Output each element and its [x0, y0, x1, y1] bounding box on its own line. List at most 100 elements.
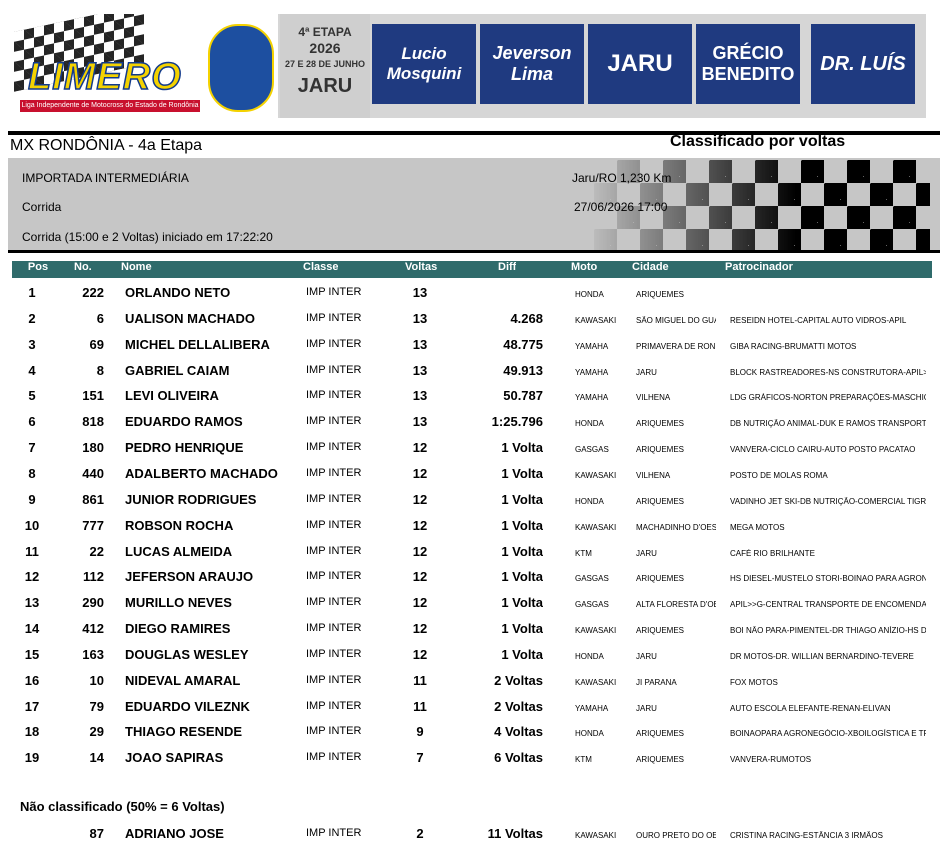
cell-voltas: 13	[412, 388, 428, 404]
cell-moto: YAMAHA	[575, 341, 609, 351]
cell-classe: IMP INTER	[306, 311, 362, 324]
cell-cidade: VILHENA	[636, 393, 671, 403]
cell-name: MICHEL DELLALIBERA	[125, 336, 270, 352]
cell-patrocinador: CRISTINA RACING-ESTÂNCIA 3 IRMÃOS	[730, 831, 883, 840]
cell-patrocinador: LDG GRÁFICOS-NORTON PREPARAÇÕES-MASCHIO …	[730, 393, 926, 403]
cell-patrocinador: MEGA MOTOS	[730, 522, 785, 532]
cell-number: 8	[96, 362, 104, 378]
cell-number: 180	[82, 440, 104, 456]
cell-cidade: VILHENA	[636, 470, 671, 480]
cell-name: MURILLO NEVES	[125, 595, 232, 611]
cell-patrocinador: GIBA RACING-BRUMATTI MOTOS	[730, 341, 857, 351]
table-row: 1 222 ORLANDO NETO IMP INTER 13 HONDA ARIQUEME…	[0, 285, 940, 311]
cell-number: 112	[83, 569, 104, 585]
cell-moto: YAMAHA	[575, 393, 609, 403]
cell-moto: GASGAS	[575, 574, 609, 584]
cell-moto: GASGAS	[575, 600, 609, 610]
cell-moto: KAWASAKI	[575, 626, 617, 636]
cell-name: THIAGO RESENDE	[125, 724, 243, 740]
cell-pos: 2	[28, 310, 36, 326]
cell-name: DIEGO RAMIRES	[125, 621, 231, 637]
cell-number: 87	[89, 826, 104, 841]
cell-name: GABRIEL CAIAM	[125, 362, 230, 378]
table-row: 19 14 JOAO SAPIRAS IMP INTER 7 6 Voltas KTM ARI…	[0, 750, 940, 776]
cell-moto: KAWASAKI	[575, 315, 617, 325]
etapa-box: 4ª ETAPA 2026 27 E 28 DE JUNHO JARU	[280, 14, 370, 118]
cell-name: JUNIOR RODRIGUES	[125, 491, 257, 507]
results-table-header: Pos No. Nome Classe Voltas Diff Moto Cid…	[12, 261, 932, 278]
cell-diff: 11 Voltas	[487, 826, 543, 841]
category-label: IMPORTADA INTERMEDIÁRIA	[22, 171, 189, 185]
cell-number: 14	[89, 750, 104, 766]
cell-number: 22	[89, 543, 104, 559]
cell-number: 163	[82, 646, 104, 662]
header-moto: Moto	[571, 261, 598, 273]
cell-number: 440	[82, 465, 104, 481]
cell-classe: IMP INTER	[306, 751, 362, 764]
cell-name: UALISON MACHADO	[125, 310, 255, 326]
cell-classe: IMP INTER	[306, 492, 362, 505]
cell-pos: 9	[28, 491, 36, 507]
cell-classe: IMP INTER	[306, 699, 362, 712]
datetime-label: 27/06/2026 17:00	[574, 200, 668, 214]
cell-voltas: 13	[412, 414, 428, 430]
logo-subtitle: Liga Independente de Motocross do Estado…	[20, 100, 200, 112]
cell-voltas: 12	[412, 517, 428, 533]
cell-name: DOUGLAS WESLEY	[125, 646, 249, 662]
header-diff: Diff	[498, 261, 517, 273]
cell-name: LEVI OLIVEIRA	[125, 388, 219, 404]
cell-name: ADRIANO JOSE	[125, 826, 224, 841]
table-row: 12 112 JEFERSON ARAUJO IMP INTER 12 1 Volta GA…	[0, 569, 940, 595]
cell-moto: KAWASAKI	[575, 522, 617, 532]
event-title: MX RONDÔNIA - 4a Etapa	[10, 137, 203, 154]
cell-diff: 1:25.796	[491, 414, 543, 430]
cell-pos: 13	[24, 595, 40, 611]
cell-moto: HONDA	[575, 729, 604, 739]
cell-cidade: OURO PRETO DO OES	[636, 831, 716, 840]
cell-number: 79	[89, 698, 104, 714]
cell-pos: 19	[24, 750, 40, 766]
table-row: 4 8 GABRIEL CAIAM IMP INTER 13 49.913 YAMAHA JA…	[0, 363, 940, 389]
cell-cidade: ARIQUEMES	[636, 290, 685, 299]
cell-cidade: MACHADINHO D'OES	[636, 522, 716, 532]
cell-diff: 1 Volta	[501, 440, 543, 456]
table-row: 10 777 ROBSON ROCHA IMP INTER 12 1 Volta KAWAS…	[0, 518, 940, 544]
cell-moto: HONDA	[575, 290, 604, 299]
race-info-text: Corrida (15:00 e 2 Voltas) iniciado em 1…	[22, 230, 273, 244]
etapa-city: JARU	[297, 75, 353, 97]
table-row: 9 861 JUNIOR RODRIGUES IMP INTER 12 1 Volta HO…	[0, 492, 940, 518]
cell-classe: IMP INTER	[306, 337, 362, 350]
cell-voltas: 9	[416, 724, 424, 740]
cell-number: 10	[89, 672, 104, 688]
etapa-year: 2026	[309, 40, 341, 56]
cell-classe: IMP INTER	[306, 596, 362, 609]
cell-voltas: 13	[412, 362, 428, 378]
cell-cidade: ARIQUEMES	[636, 445, 685, 455]
table-row: 14 412 DIEGO RAMIRES IMP INTER 12 1 Volta KAWA…	[0, 621, 940, 647]
cell-patrocinador: DB NUTRIÇÃO ANIMAL-DUK E RAMOS TRANSPORT…	[730, 419, 926, 429]
cell-pos: 17	[24, 698, 40, 714]
cell-moto: KAWASAKI	[575, 831, 617, 840]
cell-classe: IMP INTER	[306, 286, 362, 298]
header-cidade: Cidade	[632, 261, 669, 273]
cell-pos: 7	[28, 440, 36, 456]
cell-pos: 15	[24, 646, 40, 662]
cell-number: 861	[82, 491, 104, 507]
sponsor-logo: GRÉCIO BENEDITO	[696, 24, 800, 104]
cell-pos: 1	[28, 285, 36, 300]
cell-diff: 2 Voltas	[494, 672, 543, 688]
cell-name: PEDRO HENRIQUE	[125, 440, 244, 456]
cell-classe: IMP INTER	[306, 466, 362, 479]
cell-cidade: ALTA FLORESTA D'OE	[636, 600, 716, 610]
cell-number: 69	[89, 336, 104, 352]
cell-classe: IMP INTER	[306, 441, 362, 454]
cell-patrocinador: HS DIESEL-MUSTELO STORI-BOINAO PARA AGRO…	[730, 574, 926, 584]
cell-pos: 3	[28, 336, 36, 352]
cell-name: EDUARDO VILEZNK	[125, 698, 250, 714]
header-pos: Pos	[27, 261, 49, 273]
table-row: 6 818 EDUARDO RAMOS IMP INTER 13 1:25.796 HOND…	[0, 414, 940, 440]
table-row: 5 151 LEVI OLIVEIRA IMP INTER 13 50.787 YAMAHA…	[0, 388, 940, 414]
table-row: 15 163 DOUGLAS WESLEY IMP INTER 12 1 Volta HON…	[0, 647, 940, 673]
logo-text: LIMERO	[27, 55, 182, 99]
cell-diff: 1 Volta	[501, 569, 543, 585]
